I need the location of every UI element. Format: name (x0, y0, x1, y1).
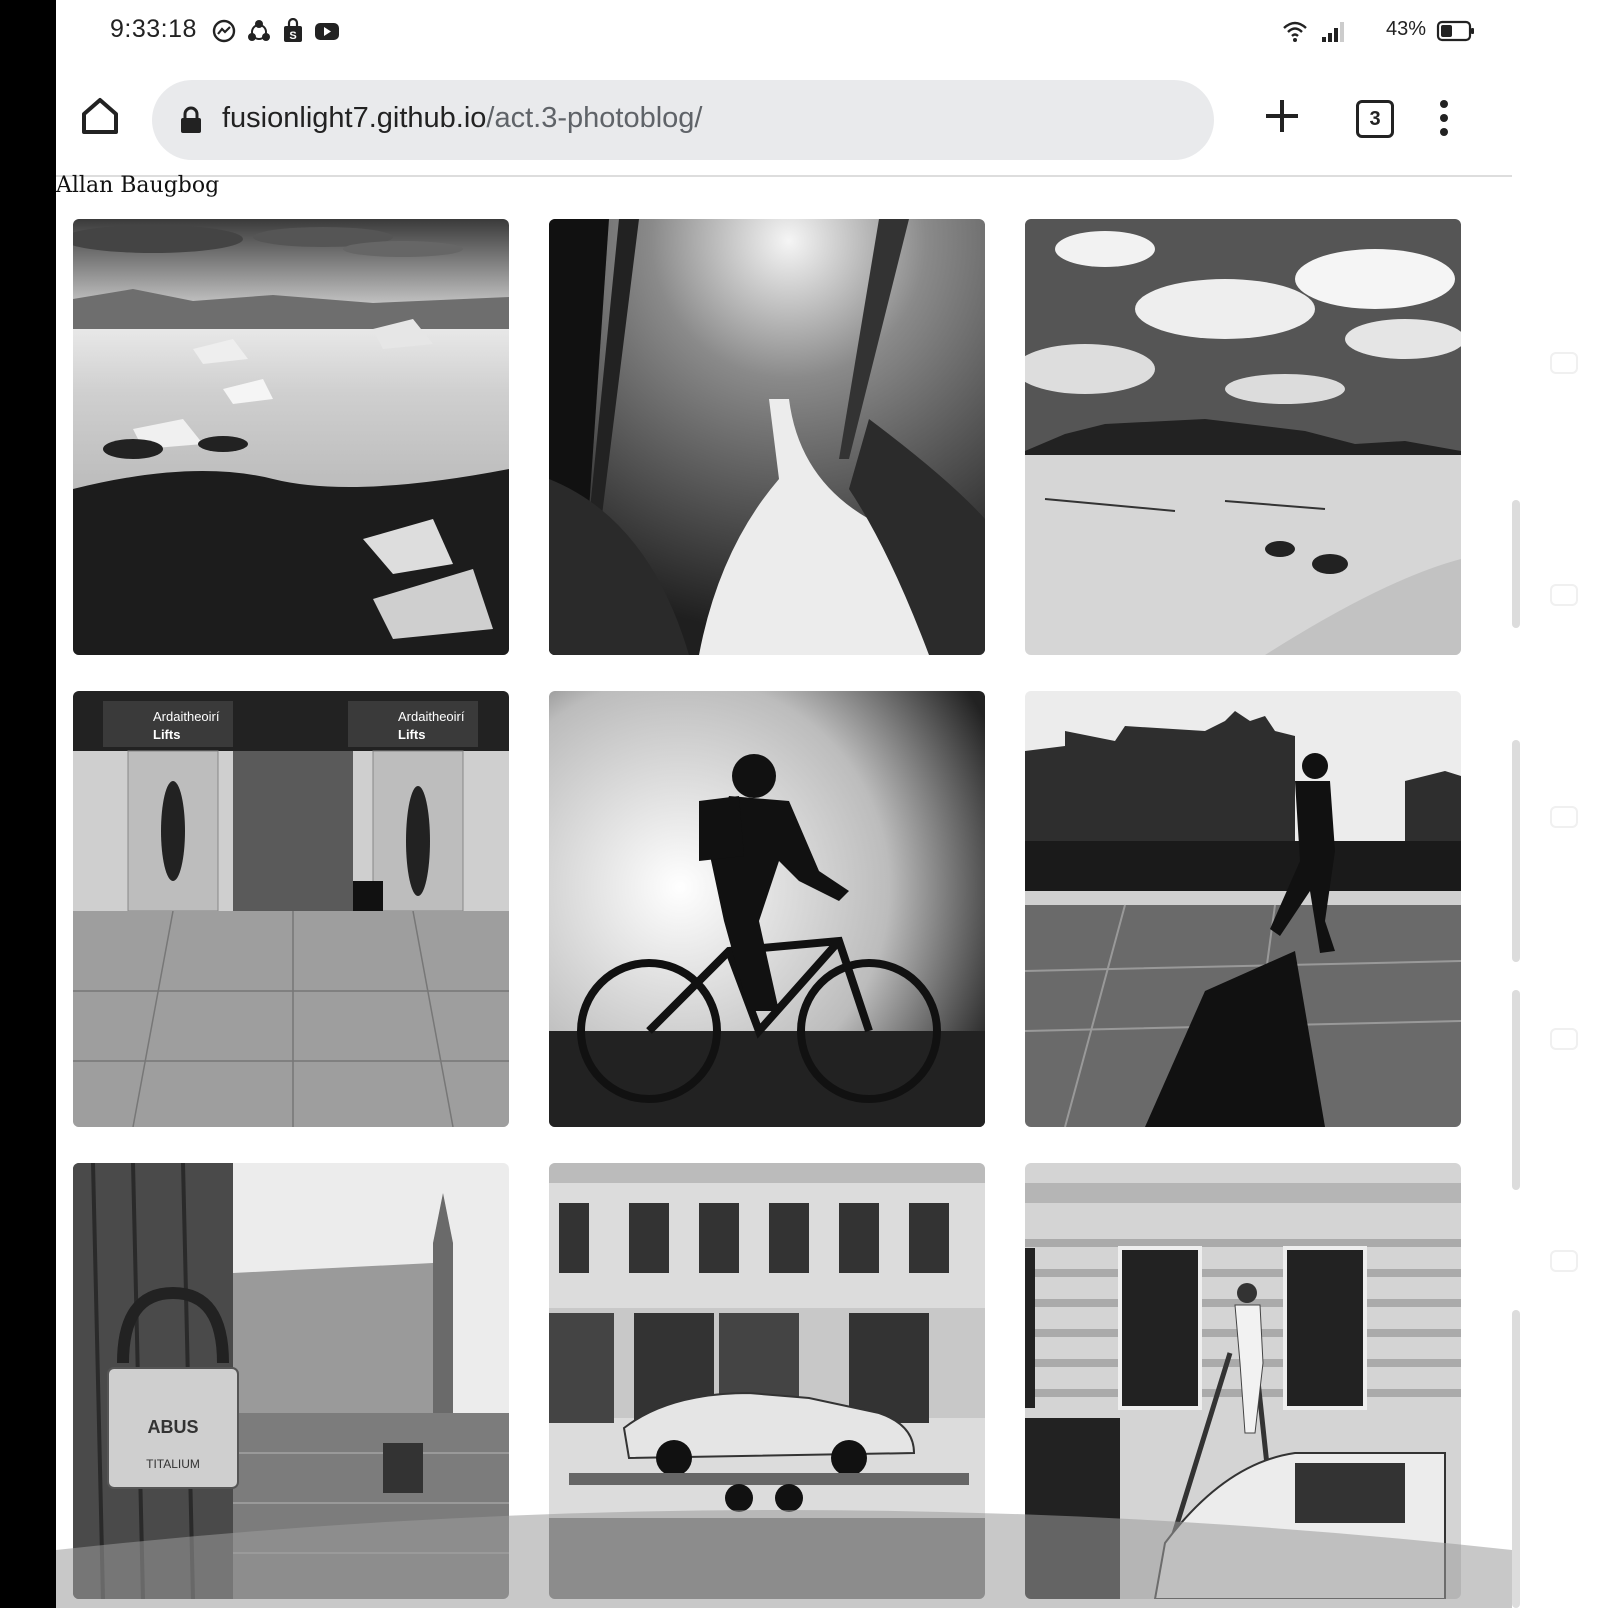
svg-text:ABUS: ABUS (147, 1417, 198, 1437)
panel-scroll-segment (1512, 500, 1520, 628)
wifi-icon (1283, 21, 1307, 42)
battery-icon (1436, 20, 1474, 42)
svg-text:Ardaitheoirí: Ardaitheoirí (398, 709, 465, 724)
svg-text:Ardaitheoirí: Ardaitheoirí (153, 709, 220, 724)
svg-text:Lifts: Lifts (153, 727, 180, 742)
photo-cyclist-silhouette[interactable] (549, 691, 985, 1127)
side-panel (1512, 0, 1600, 1608)
home-icon[interactable] (78, 94, 122, 138)
toolbar-divider (56, 175, 1512, 177)
photo-walking-man-harbour[interactable] (1025, 691, 1461, 1127)
shop-bag-icon: S (284, 18, 302, 42)
panel-scroll-segment (1512, 740, 1520, 962)
phone-screen: 9:33:18 S 43% fusionlight7.github.io/act… (56, 0, 1512, 1608)
plus-icon[interactable] (1262, 96, 1302, 136)
photo-forest-waterfall[interactable] (549, 219, 985, 655)
panel-dot (1550, 1250, 1578, 1272)
photo-icebergs-lagoon[interactable] (73, 219, 509, 655)
tabs-icon[interactable]: 3 (1356, 100, 1394, 138)
panel-dot (1550, 1028, 1578, 1050)
status-time: 9:33:18 (110, 15, 197, 43)
status-bar: 9:33:18 S 43% (56, 0, 1512, 64)
url-path: /act.3-photoblog/ (486, 102, 703, 134)
browser-toolbar: fusionlight7.github.io/act.3-photoblog/ … (56, 64, 1512, 176)
author-name: Allan Baugbog (56, 173, 220, 198)
panel-dot (1550, 352, 1578, 374)
youtube-icon (315, 23, 339, 40)
signal-icon (1322, 22, 1344, 42)
panel-scroll-segment (1512, 1310, 1520, 1608)
url-domain: fusionlight7.github.io (222, 102, 487, 134)
svg-text:S: S (289, 30, 296, 42)
more-vert-icon[interactable] (1436, 98, 1452, 138)
url-text: fusionlight7.github.io/act.3-photoblog/ (222, 102, 702, 135)
photo-desert-clouds[interactable] (1025, 219, 1461, 655)
battery-percent: 43% (1386, 18, 1427, 40)
left-black-edge (0, 0, 56, 1608)
address-bar[interactable]: fusionlight7.github.io/act.3-photoblog/ (152, 80, 1214, 160)
panel-scroll-segment (1512, 990, 1520, 1190)
panel-dot (1550, 584, 1578, 606)
photo-airport-lifts[interactable]: Ardaitheoirí Lifts Ardaitheoirí Lifts (73, 691, 509, 1127)
panel-dot (1550, 806, 1578, 828)
messenger-icon (212, 19, 236, 43)
svg-text:TITALIUM: TITALIUM (146, 1457, 200, 1471)
lock-icon (181, 106, 201, 133)
bottom-overlay (56, 1510, 1512, 1608)
svg-text:Lifts: Lifts (398, 727, 425, 742)
sync-icon (248, 20, 270, 41)
